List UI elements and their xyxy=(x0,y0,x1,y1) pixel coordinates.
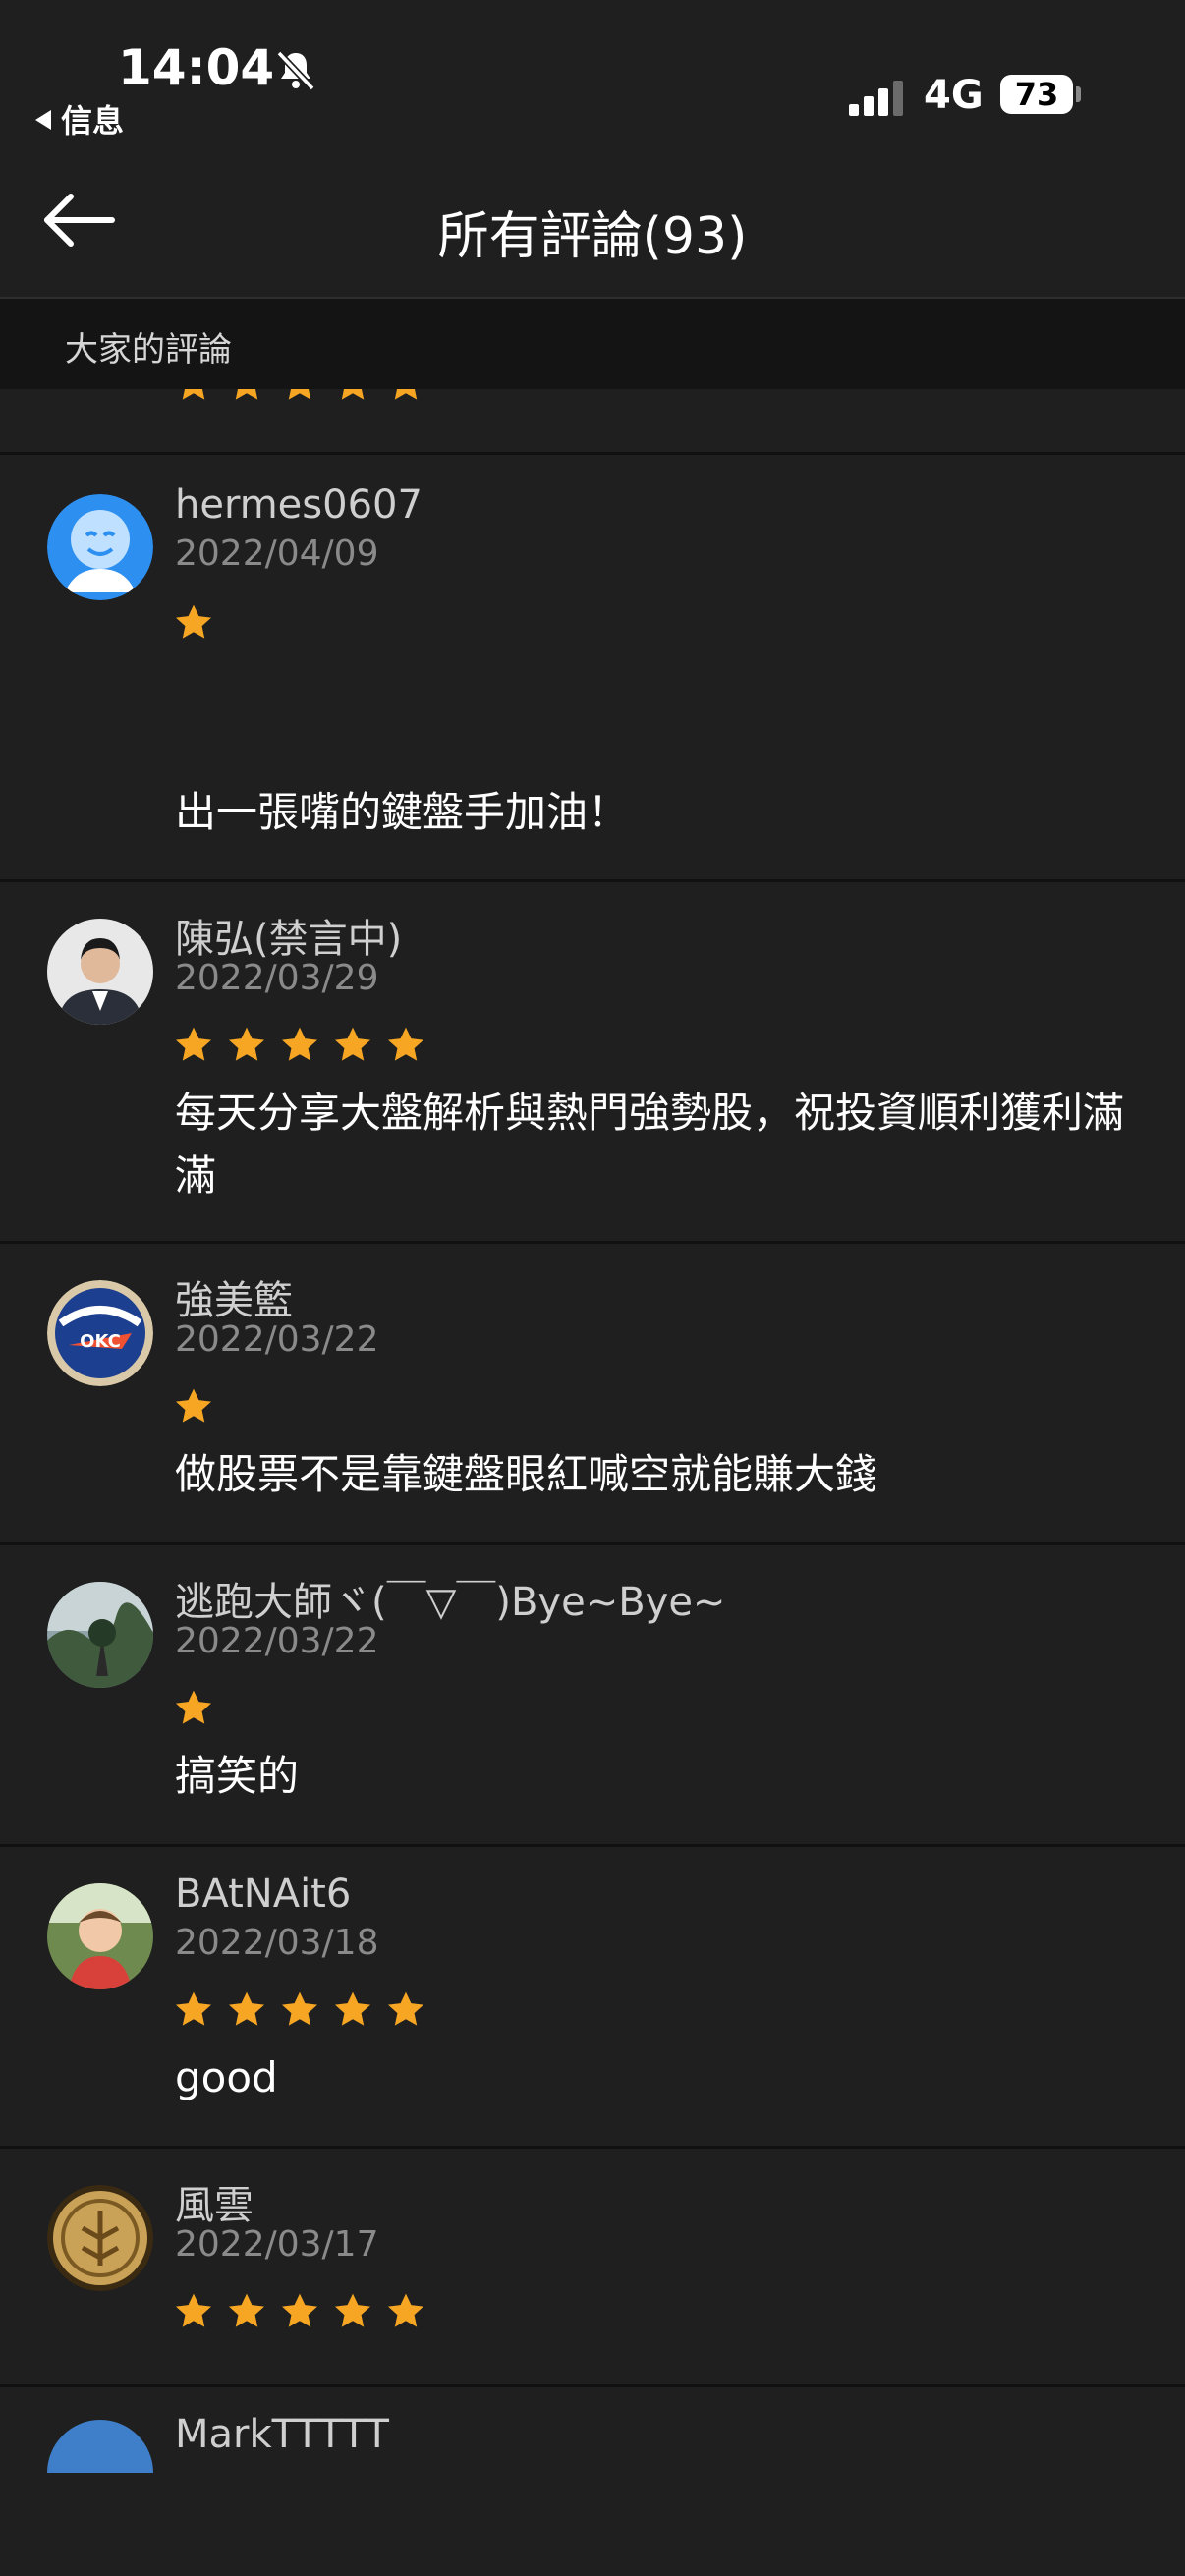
star-icon xyxy=(235,389,258,400)
svg-text:OKC: OKC xyxy=(80,1331,121,1352)
review-comment: 出一張嘴的鍵盤手加油！ xyxy=(175,788,630,836)
rating-stars xyxy=(173,1989,438,2035)
man-in-suit-avatar[interactable] xyxy=(47,919,153,1025)
star-icon xyxy=(334,1027,371,1061)
review-item: hermes0607 2022/04/09 出一張嘴的鍵盤手加油！ xyxy=(0,455,1185,882)
review-item-partial xyxy=(0,389,1185,455)
star-icon xyxy=(334,2293,371,2327)
star-icon xyxy=(175,1991,212,2026)
rating-stars xyxy=(173,602,226,647)
star-icon xyxy=(175,1388,212,1423)
review-comment: 搞笑的 xyxy=(175,1752,300,1800)
star-icon xyxy=(288,389,311,400)
smiley-face-avatar[interactable] xyxy=(47,494,153,600)
rating-stars xyxy=(173,1688,226,1733)
list-bottom-fill xyxy=(0,2473,1185,2576)
star-icon xyxy=(281,1991,318,2026)
star-icon xyxy=(387,1027,424,1061)
star-icon xyxy=(175,604,212,639)
review-item: 陳弘(禁言中) 2022/03/29 每天分享大盤解析與熱門強勢股，祝投資順利獲… xyxy=(0,879,1185,1244)
reviewer-name[interactable]: 逃跑大師ヾ(￣▽￣)Bye~Bye~ xyxy=(175,1570,725,1627)
star-icon xyxy=(175,1690,212,1724)
review-date: 2022/03/18 xyxy=(175,1923,379,1963)
rating-stars xyxy=(173,389,438,409)
nav-header: 所有評論(93) xyxy=(0,157,1185,299)
page-title: 所有評論(93) xyxy=(437,207,748,266)
review-date: 2022/03/17 xyxy=(175,2224,379,2265)
reviewer-name[interactable]: BAtNAit6 xyxy=(175,1872,351,1917)
back-to-app-link[interactable]: 信息 xyxy=(35,96,124,141)
thunder-okc-logo-avatar[interactable]: OKC xyxy=(47,1280,153,1386)
review-item: 風雲 2022/03/17 xyxy=(0,2146,1185,2387)
reviewer-name[interactable]: 強美籃 xyxy=(175,1268,293,1325)
rating-stars xyxy=(173,1025,438,1070)
review-date: 2022/03/22 xyxy=(175,1319,379,1360)
nature-photo-avatar[interactable] xyxy=(47,1582,153,1688)
star-icon xyxy=(228,1991,265,2026)
star-icon xyxy=(394,389,418,400)
review-item: BAtNAit6 2022/03/18 good xyxy=(0,1844,1185,2149)
bell-muted-icon xyxy=(276,50,315,91)
gold-coin-avatar[interactable] xyxy=(47,2185,153,2291)
back-app-label: 信息 xyxy=(61,102,125,140)
star-icon xyxy=(175,2293,212,2327)
rating-stars xyxy=(173,2291,438,2336)
star-icon xyxy=(175,1027,212,1061)
star-icon xyxy=(387,1991,424,2026)
star-icon xyxy=(341,389,365,400)
review-date: 2022/03/22 xyxy=(175,1621,379,1661)
section-header: 大家的評論 xyxy=(0,299,1185,389)
back-triangle-icon xyxy=(35,110,51,130)
battery-nub xyxy=(1076,86,1081,102)
network-type: 4G xyxy=(924,73,984,118)
review-item: 逃跑大師ヾ(￣▽￣)Bye~Bye~ 2022/03/22 搞笑的 xyxy=(0,1542,1185,1847)
reviewer-name[interactable]: hermes0607 xyxy=(175,482,423,528)
reviewer-name[interactable]: 風雲 xyxy=(175,2173,254,2230)
star-icon xyxy=(182,389,205,400)
star-icon xyxy=(228,1027,265,1061)
review-comment: good xyxy=(175,2053,278,2101)
star-icon xyxy=(387,2293,424,2327)
review-comment: 每天分享大盤解析與熱門強勢股，祝投資順利獲利滿滿 xyxy=(175,1089,1125,1200)
child-photo-avatar[interactable] xyxy=(47,1883,153,1989)
signal-icon xyxy=(849,79,908,116)
battery-icon: 73 xyxy=(1000,75,1073,114)
star-icon xyxy=(281,1027,318,1061)
reviewer-name[interactable]: MarkTTTTT xyxy=(175,2412,389,2457)
star-icon xyxy=(228,2293,265,2327)
star-icon xyxy=(281,2293,318,2327)
status-bar: 14:04 信息 4G 73 xyxy=(0,0,1185,157)
review-date: 2022/04/09 xyxy=(175,533,379,574)
review-item: OKC 強美籃 2022/03/22 做股票不是靠鍵盤眼紅喊空就能賺大錢 xyxy=(0,1241,1185,1545)
star-icon xyxy=(334,1991,371,2026)
rating-stars xyxy=(173,1386,226,1431)
review-comment: 做股票不是靠鍵盤眼紅喊空就能賺大錢 xyxy=(175,1450,877,1498)
reviewer-name[interactable]: 陳弘(禁言中) xyxy=(175,907,402,964)
review-date: 2022/03/29 xyxy=(175,958,379,998)
review-list[interactable]: hermes0607 2022/04/09 出一張嘴的鍵盤手加油！ 陳弘(禁言中… xyxy=(0,389,1185,2576)
section-label: 大家的評論 xyxy=(65,330,232,369)
status-time: 14:04 xyxy=(118,39,275,96)
